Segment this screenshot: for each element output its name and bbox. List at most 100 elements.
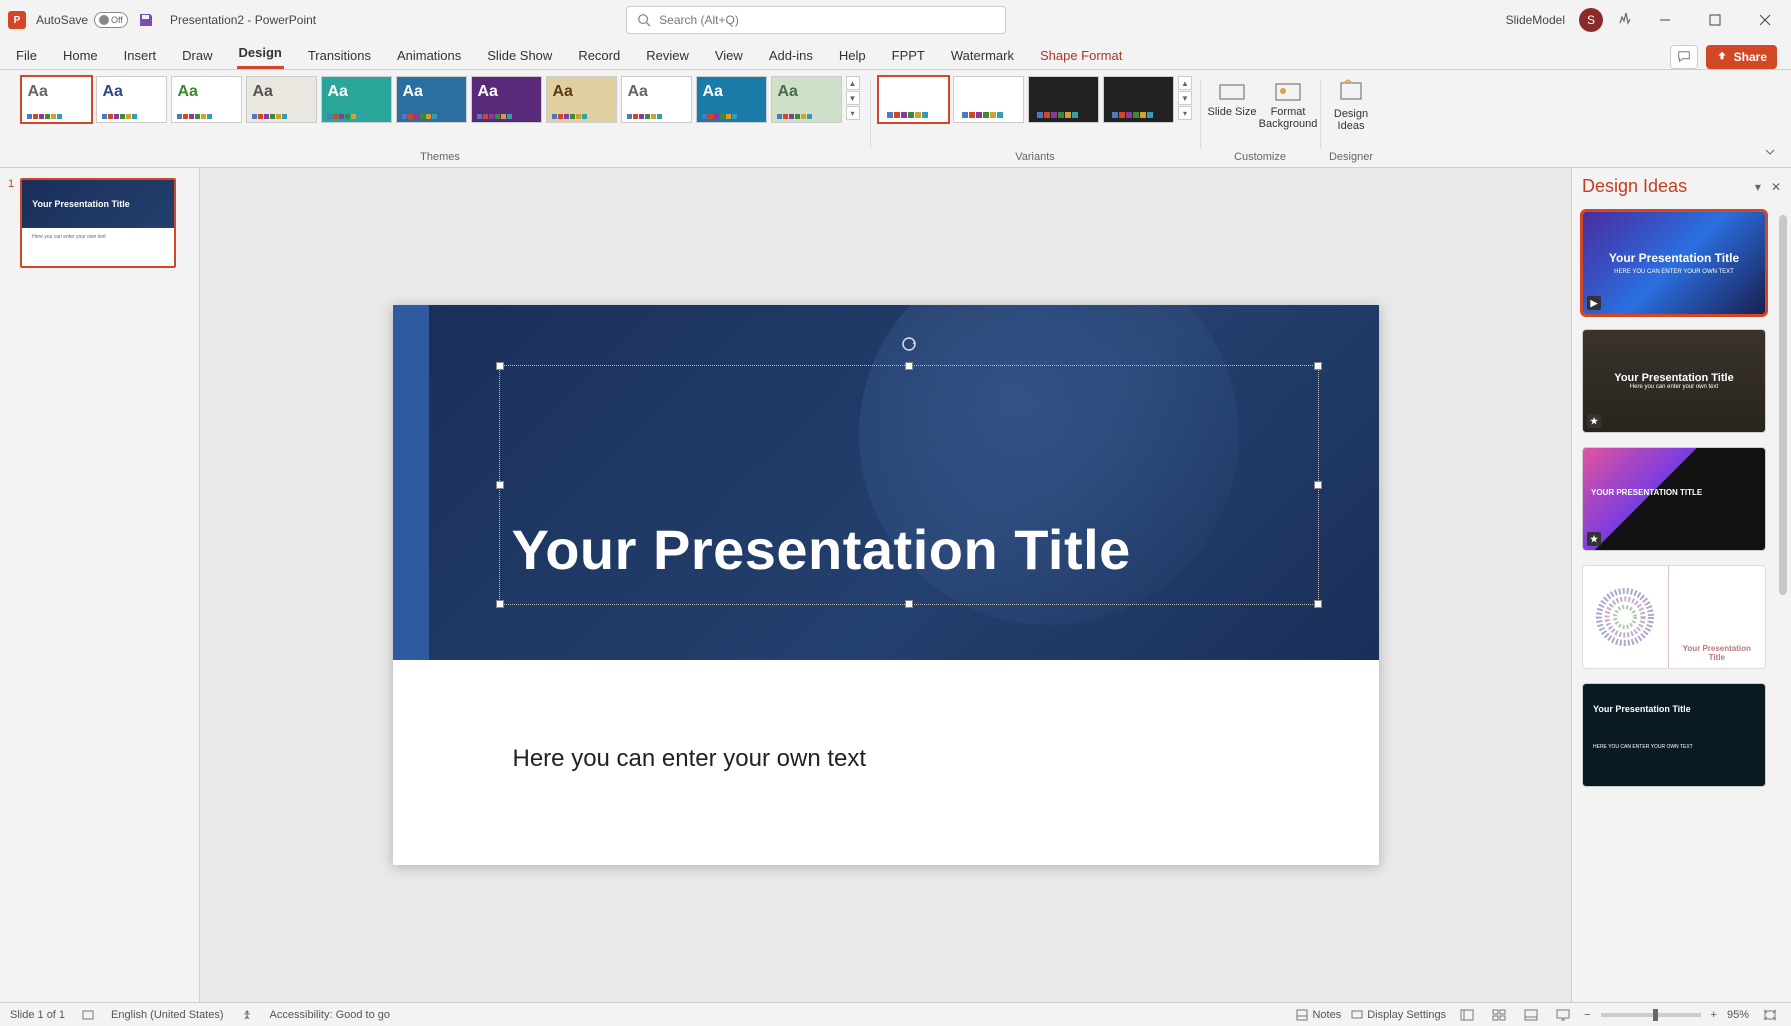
theme-option-5[interactable]: Aa [321,76,392,123]
resize-handle[interactable] [1314,600,1322,608]
save-icon[interactable] [138,12,154,28]
user-avatar[interactable]: S [1579,8,1603,32]
comments-button[interactable] [1670,45,1698,69]
mic-icon[interactable] [1617,10,1633,31]
zoom-slider[interactable] [1601,1013,1701,1017]
tab-design[interactable]: Design [237,39,284,69]
theme-option-3[interactable]: Aa [171,76,242,123]
tab-fppt[interactable]: FPPT [890,42,927,69]
expand-gallery-icon[interactable]: ▾ [846,106,860,120]
themes-group: AaAaAaAaAaAaAaAaAaAaAa▲▼▾ Themes [10,76,870,165]
zoom-out-button[interactable]: − [1584,1009,1590,1021]
design-idea-4[interactable]: Your Presentation Title [1582,565,1766,669]
expand-gallery-icon[interactable]: ▾ [1178,106,1192,120]
customize-group-label: Customize [1234,151,1286,165]
theme-option-11[interactable]: Aa [771,76,842,123]
status-language[interactable]: English (United States) [111,1009,224,1021]
autosave-toggle[interactable]: Off [94,12,128,28]
collapse-ribbon-button[interactable] [1761,143,1779,161]
slide-title-text[interactable]: Your Presentation Title [512,517,1131,582]
autosave-label: AutoSave [36,13,88,27]
scroll-down-icon[interactable]: ▼ [1178,91,1192,105]
variant-option-1[interactable] [878,76,949,123]
variant-option-4[interactable] [1103,76,1174,123]
scroll-up-icon[interactable]: ▲ [1178,76,1192,90]
autosave-control[interactable]: AutoSave Off [36,12,128,28]
color-swatches [327,114,362,119]
resize-handle[interactable] [1314,362,1322,370]
zoom-in-button[interactable]: + [1711,1009,1717,1021]
design-idea-3[interactable]: YOUR PRESENTATION TITLE ★ [1582,447,1766,551]
theme-option-7[interactable]: Aa [471,76,542,123]
maximize-button[interactable] [1697,6,1733,34]
share-button[interactable]: Share [1706,45,1777,69]
slide-subtitle-text[interactable]: Here you can enter your own text [513,745,867,773]
search-input[interactable]: Search (Alt+Q) [626,6,1006,34]
variants-gallery-more[interactable]: ▲▼▾ [1178,76,1192,120]
rotate-handle[interactable] [901,336,917,352]
pane-scrollbar[interactable] [1775,205,1789,1002]
thumb-title: Your Presentation Title [22,180,174,228]
zoom-level[interactable]: 95% [1727,1009,1749,1021]
design-idea-1[interactable]: Your Presentation Title HERE YOU CAN ENT… [1582,211,1766,315]
reading-view-button[interactable] [1520,1006,1542,1024]
close-button[interactable] [1747,6,1783,34]
tab-draw[interactable]: Draw [180,42,214,69]
theme-option-6[interactable]: Aa [396,76,467,123]
resize-handle[interactable] [905,600,913,608]
tab-home[interactable]: Home [61,42,100,69]
pane-close-button[interactable]: ✕ [1771,180,1781,194]
theme-option-1[interactable]: Aa [21,76,92,123]
language-icon [81,1008,95,1022]
tab-help[interactable]: Help [837,42,868,69]
tab-insert[interactable]: Insert [122,42,159,69]
design-ideas-list[interactable]: Your Presentation Title HERE YOU CAN ENT… [1572,205,1791,1002]
fit-to-window-button[interactable] [1759,1006,1781,1024]
slideshow-view-button[interactable] [1552,1006,1574,1024]
slide[interactable]: Your Presentation Title Here you can ent… [393,305,1379,865]
resize-handle[interactable] [1314,481,1322,489]
theme-option-4[interactable]: Aa [246,76,317,123]
tab-animations[interactable]: Animations [395,42,463,69]
design-ideas-button[interactable]: Design Ideas [1326,76,1376,133]
theme-preview-text: Aa [778,83,798,101]
normal-view-button[interactable] [1456,1006,1478,1024]
resize-handle[interactable] [496,481,504,489]
theme-option-9[interactable]: Aa [621,76,692,123]
format-background-button[interactable]: Format Background [1262,76,1314,130]
design-idea-5[interactable]: Your Presentation Title HERE YOU CAN ENT… [1582,683,1766,787]
minimize-button[interactable] [1647,6,1683,34]
tab-slideshow[interactable]: Slide Show [485,42,554,69]
pane-options-button[interactable]: ▾ [1755,180,1761,194]
slide-size-button[interactable]: Slide Size [1206,76,1258,118]
notes-button[interactable]: Notes [1296,1009,1341,1021]
resize-handle[interactable] [496,362,504,370]
tab-view[interactable]: View [713,42,745,69]
theme-preview-text: Aa [403,83,423,101]
title-text-box[interactable]: Your Presentation Title [499,365,1319,605]
theme-option-2[interactable]: Aa [96,76,167,123]
tab-review[interactable]: Review [644,42,691,69]
tab-shape-format[interactable]: Shape Format [1038,42,1124,69]
slide-thumbnail-1[interactable]: Your Presentation Title Here you can ent… [20,178,176,268]
design-idea-2[interactable]: Your Presentation Title Here you can ent… [1582,329,1766,433]
tab-addins[interactable]: Add-ins [767,42,815,69]
resize-handle[interactable] [496,600,504,608]
display-settings-button[interactable]: Display Settings [1351,1009,1446,1021]
tab-file[interactable]: File [14,42,39,69]
design-ideas-pane: Design Ideas ▾ ✕ Your Presentation Title… [1571,168,1791,1002]
resize-handle[interactable] [905,362,913,370]
scroll-down-icon[interactable]: ▼ [846,91,860,105]
theme-option-10[interactable]: Aa [696,76,767,123]
variant-option-3[interactable] [1028,76,1099,123]
scroll-up-icon[interactable]: ▲ [846,76,860,90]
themes-gallery-more[interactable]: ▲▼▾ [846,76,860,120]
status-accessibility[interactable]: Accessibility: Good to go [270,1009,390,1021]
tab-record[interactable]: Record [576,42,622,69]
slide-canvas-area[interactable]: Your Presentation Title Here you can ent… [200,168,1571,1002]
theme-option-8[interactable]: Aa [546,76,617,123]
variant-option-2[interactable] [953,76,1024,123]
sorter-view-button[interactable] [1488,1006,1510,1024]
tab-transitions[interactable]: Transitions [306,42,373,69]
tab-watermark[interactable]: Watermark [949,42,1016,69]
